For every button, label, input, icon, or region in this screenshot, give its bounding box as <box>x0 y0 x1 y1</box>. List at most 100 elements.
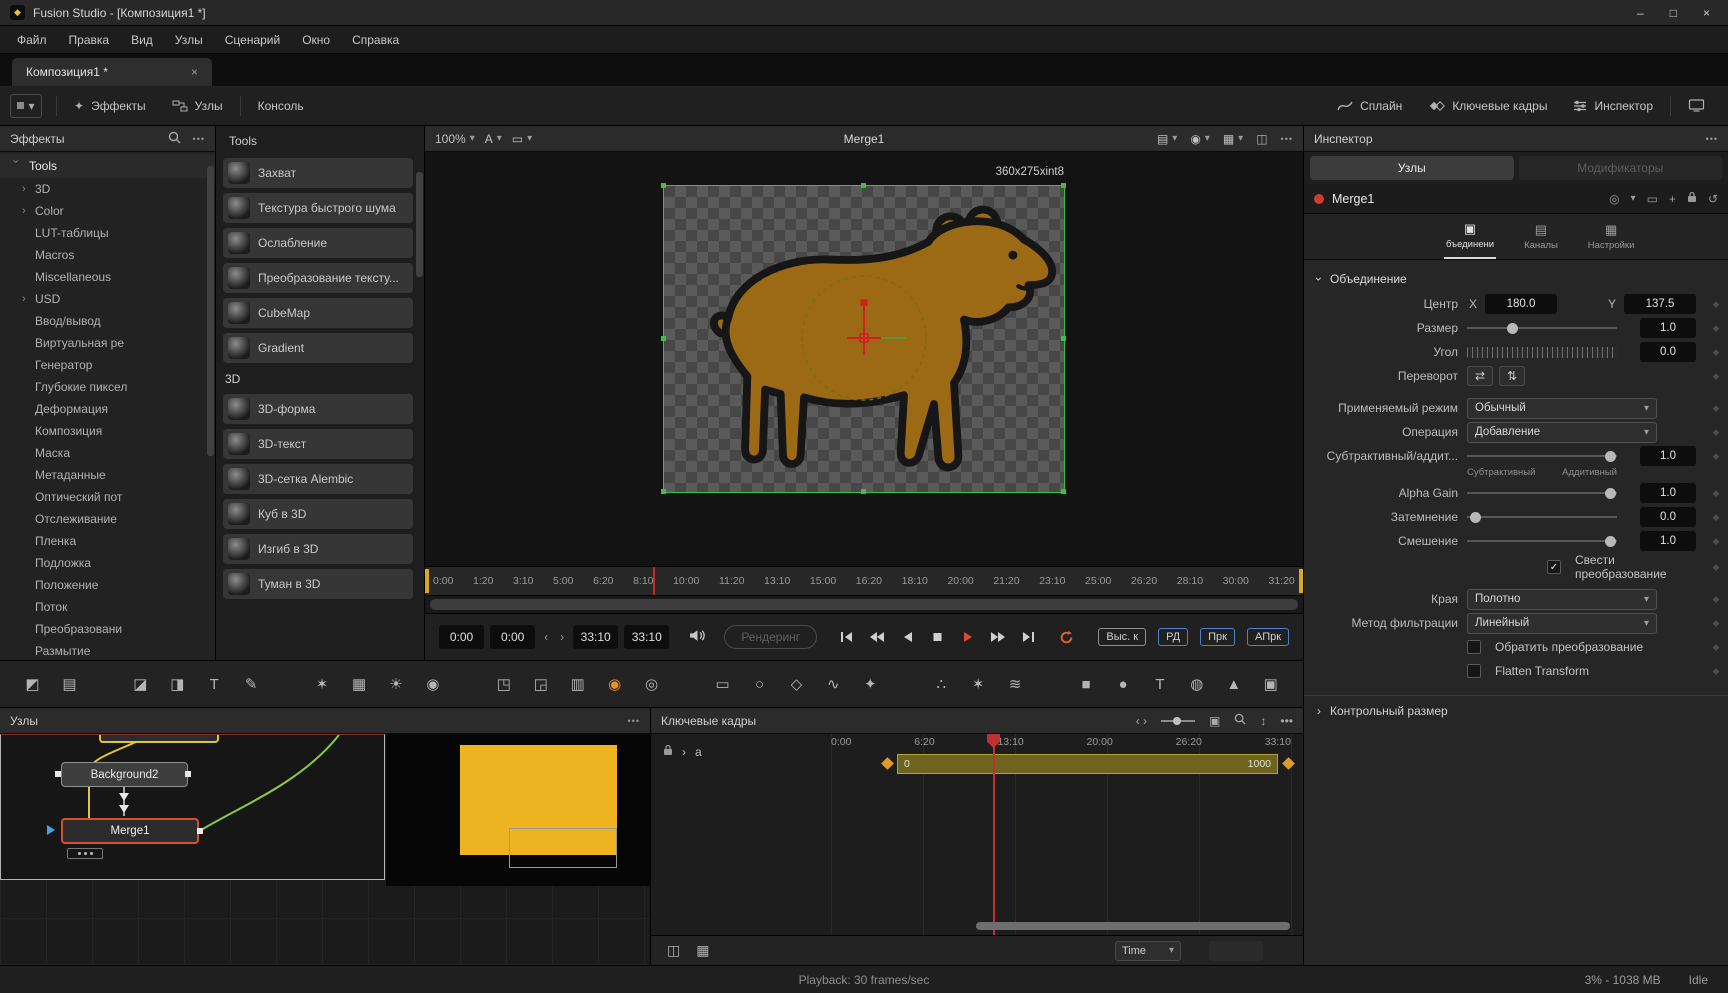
transform-gizmo[interactable] <box>664 186 1064 492</box>
pin-icon[interactable]: + <box>1669 192 1676 206</box>
viewer-canvas[interactable]: 360x275xint8 <box>425 152 1303 566</box>
text3d-icon[interactable]: T <box>1145 670 1174 698</box>
inspector-panel-button[interactable]: Инспектор <box>1560 86 1666 126</box>
bspline-mask-icon[interactable]: ∿ <box>819 670 848 698</box>
track-row-label[interactable]: › a <box>663 744 702 759</box>
zoom-dropdown[interactable]: 100% ▾ <box>435 132 475 146</box>
effects-category[interactable]: Композиция <box>0 420 215 442</box>
blend-slider-knob[interactable] <box>1605 536 1616 547</box>
node-color-dot[interactable] <box>1314 194 1324 204</box>
keyframe-indicator[interactable]: ◆ <box>1704 347 1728 358</box>
effects-category[interactable]: Положение <box>0 574 215 596</box>
motion-blur-button[interactable]: РД <box>1158 628 1188 646</box>
alpha-gain-field[interactable]: 1.0 <box>1640 483 1696 503</box>
keyframes-menu-icon[interactable]: ••• <box>1280 714 1293 728</box>
size-slider-knob[interactable] <box>1507 323 1518 334</box>
keyframe-indicator[interactable]: ◆ <box>1704 403 1728 414</box>
effects-category[interactable]: Маска <box>0 442 215 464</box>
menu-view[interactable]: Вид <box>120 26 164 54</box>
playhead[interactable] <box>653 567 655 595</box>
tool-item[interactable]: Преобразование тексту... <box>223 263 413 293</box>
operator-dropdown[interactable]: Добавление ▾ <box>1467 422 1657 443</box>
spreadsheet-icon[interactable]: ▦ <box>696 942 709 959</box>
effects-category[interactable]: ›USD <box>0 288 215 310</box>
tool-item[interactable]: 3D-текст <box>223 429 413 459</box>
media-in-icon[interactable]: ▤ <box>55 670 84 698</box>
flip-vertical-button[interactable]: ⇅ <box>1499 366 1525 386</box>
goto-end-button[interactable] <box>1016 624 1040 650</box>
filter-method-dropdown[interactable]: Линейный ▾ <box>1467 613 1657 634</box>
clipped-node[interactable] <box>99 734 219 743</box>
keyframe-indicator[interactable]: ◆ <box>1704 642 1728 653</box>
effects-category[interactable]: Деформация <box>0 398 215 420</box>
keyframe-indicator[interactable]: ◆ <box>1704 299 1728 310</box>
effects-category[interactable]: Преобразовани <box>0 618 215 640</box>
effects-panel-button[interactable]: ✦ Эффекты <box>61 86 159 126</box>
node-input-pin[interactable] <box>55 771 61 777</box>
tool-item[interactable]: Ослабление <box>223 228 413 258</box>
audio-icon[interactable] <box>689 629 706 645</box>
keyframe-indicator[interactable]: ◆ <box>1704 594 1728 605</box>
shape3d-icon[interactable]: ■ <box>1072 670 1101 698</box>
merge3d-icon[interactable]: ◍ <box>1182 670 1211 698</box>
keyframe-indicator[interactable]: ◆ <box>1704 488 1728 499</box>
alpha-gain-slider[interactable] <box>1467 492 1617 494</box>
sun-tool-icon[interactable]: ☀ <box>382 670 411 698</box>
timeline-ruler[interactable]: 0:00 1:20 3:10 5:00 6:20 8:10 10:00 11:2… <box>425 566 1303 596</box>
fit-icon[interactable]: ▣ <box>1209 714 1220 728</box>
tool-item[interactable]: Изгиб в 3D <box>223 534 413 564</box>
render-button[interactable]: Рендеринг <box>724 625 817 649</box>
effects-category[interactable]: Macros <box>0 244 215 266</box>
time-mode-dropdown[interactable]: Time ▾ <box>1115 941 1181 961</box>
keyframe-indicator[interactable]: ◆ <box>1704 512 1728 523</box>
selection-handle[interactable] <box>861 489 866 494</box>
play-button[interactable] <box>956 624 980 650</box>
io-pipeline-icon[interactable]: ◩ <box>18 670 47 698</box>
viewer-assignment-indicator[interactable] <box>47 825 55 835</box>
render-range-end-marker[interactable] <box>1299 569 1303 593</box>
goto-start-button[interactable] <box>835 624 859 650</box>
keyframe-indicator[interactable]: ◆ <box>1704 371 1728 382</box>
keyframes-timeline[interactable]: 0:00 6:20 13:10 20:00 26:20 33:10 › <box>651 734 1303 935</box>
merge-tool-icon[interactable]: ◉ <box>600 670 629 698</box>
droplet-tool-icon[interactable]: ◉ <box>418 670 447 698</box>
grid-dropdown[interactable]: ▦ ▾ <box>1223 132 1243 146</box>
effects-category[interactable]: Метаданные <box>0 464 215 486</box>
particle-spawn-icon[interactable]: ✶ <box>964 670 993 698</box>
subtab-channels[interactable]: ▤ Каналы <box>1522 214 1560 259</box>
checker-tool-icon[interactable]: ▦ <box>345 670 374 698</box>
node-graph[interactable]: Background2 Merge1 <box>0 734 650 965</box>
close-button[interactable]: × <box>1703 6 1710 20</box>
burn-field[interactable]: 0.0 <box>1640 507 1696 527</box>
menu-nodes[interactable]: Узлы <box>164 26 214 54</box>
blend-slider[interactable] <box>1467 540 1617 542</box>
size-slider[interactable] <box>1467 327 1617 329</box>
paint-tool-icon[interactable]: ✎ <box>237 670 266 698</box>
render-range-start-marker[interactable] <box>425 569 429 593</box>
menu-window[interactable]: Окно <box>291 26 341 54</box>
subtab-merge[interactable]: ▣ бъединени <box>1444 214 1496 259</box>
cliplist-tool-icon[interactable]: ▥ <box>563 670 592 698</box>
reference-size-section[interactable]: › Контрольный размер <box>1304 695 1728 725</box>
channel-dropdown[interactable]: A ▾ <box>485 132 502 146</box>
effects-scrollbar[interactable] <box>207 166 214 456</box>
apply-mode-dropdown[interactable]: Обычный ▾ <box>1467 398 1657 419</box>
tab-close-icon[interactable]: × <box>191 65 198 79</box>
flip-horizontal-button[interactable]: ⇄ <box>1467 366 1493 386</box>
alpha-gain-slider-knob[interactable] <box>1605 488 1616 499</box>
keyframe-indicator[interactable]: ◆ <box>1704 427 1728 438</box>
rectangle-mask-icon[interactable]: ▭ <box>708 670 737 698</box>
subtractive-field[interactable]: 1.0 <box>1640 446 1696 466</box>
chevron-down-icon[interactable]: ▾ <box>1631 193 1636 204</box>
tool-item[interactable]: CubeMap <box>223 298 413 328</box>
background-tool-icon[interactable]: ◪ <box>126 670 155 698</box>
step-right-button[interactable]: › <box>557 630 567 644</box>
screen-icon[interactable]: ▭ <box>1647 192 1658 206</box>
center-y-field[interactable]: 137.5 <box>1624 294 1696 314</box>
keyframe-indicator[interactable]: ◆ <box>1704 536 1728 547</box>
effects-category[interactable]: Глубокие пиксел <box>0 376 215 398</box>
burn-slider-knob[interactable] <box>1470 512 1481 523</box>
keyframes-panel-button[interactable]: Ключевые кадры <box>1415 86 1560 126</box>
tool-item[interactable]: Туман в 3D <box>223 569 413 599</box>
vertical-fit-icon[interactable]: ↕ <box>1260 714 1266 728</box>
